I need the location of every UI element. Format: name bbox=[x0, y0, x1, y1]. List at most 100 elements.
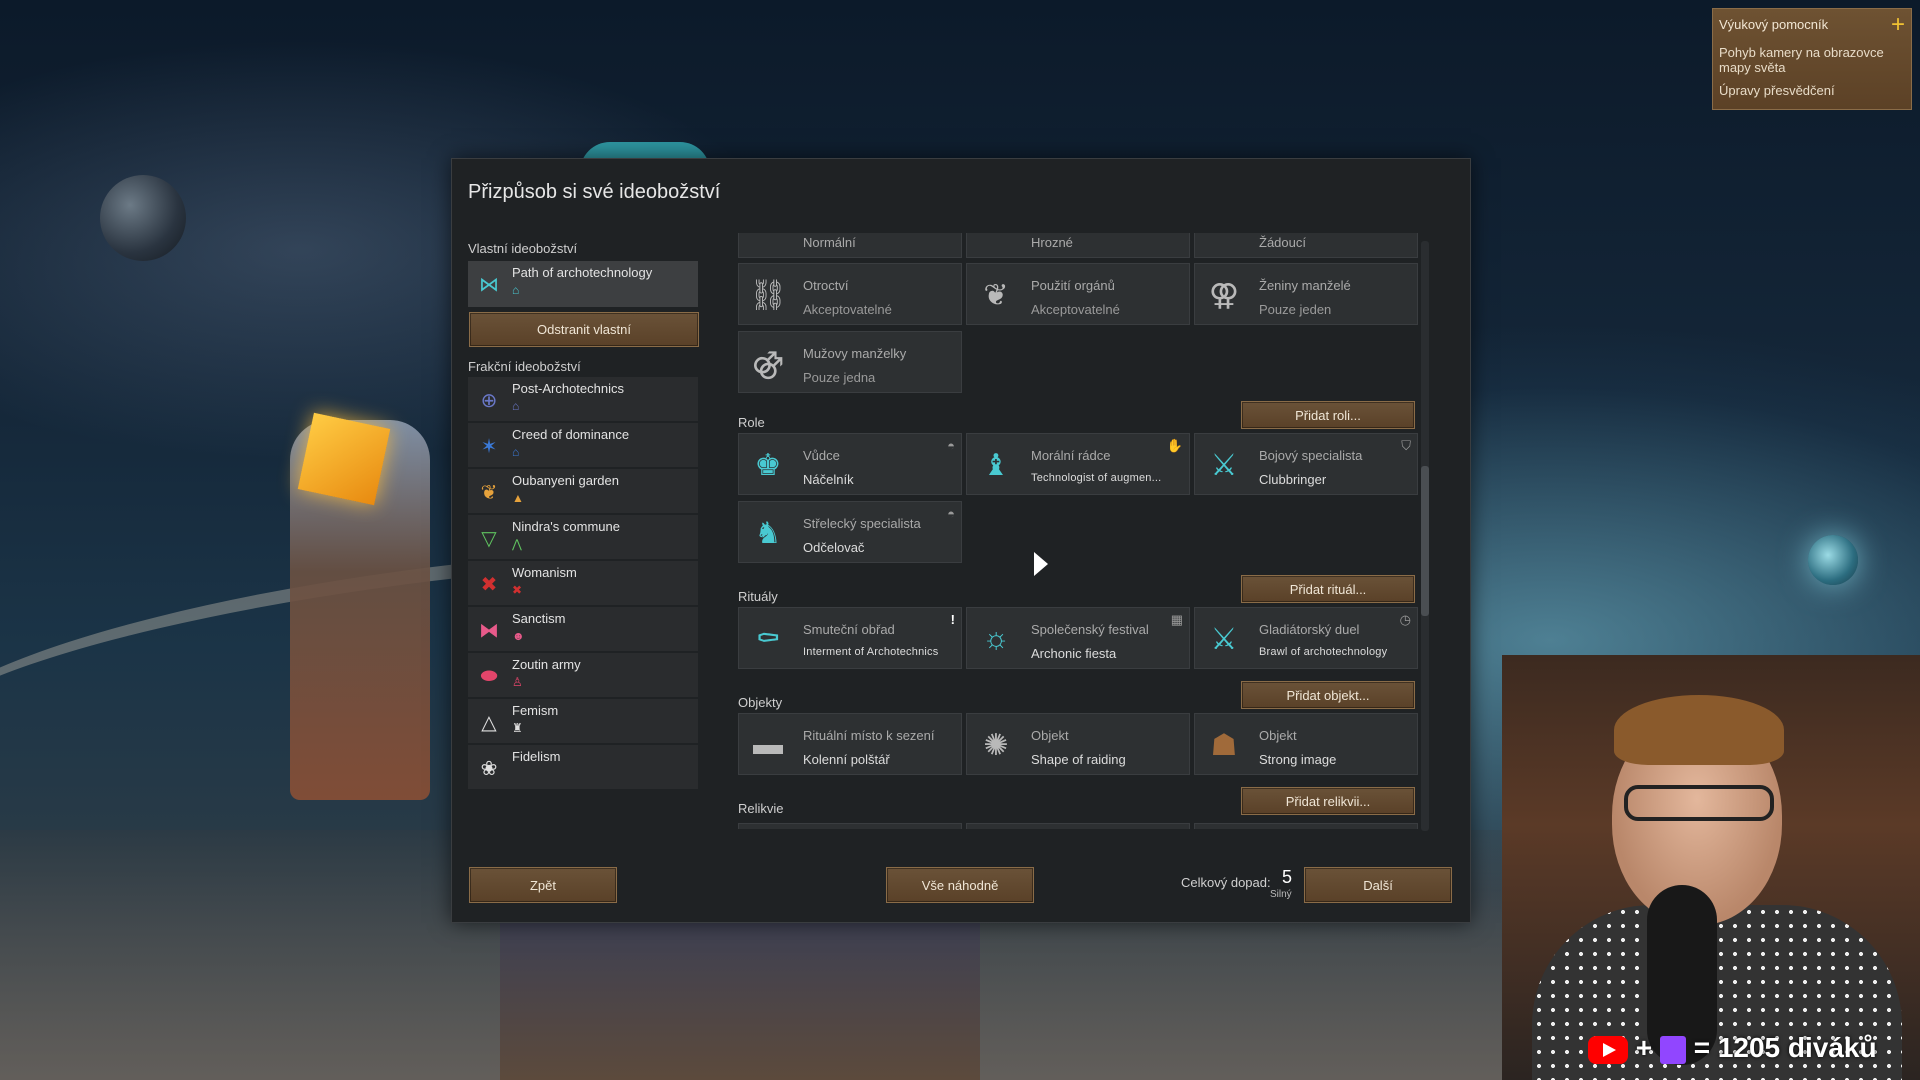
person-icon: ▲ bbox=[512, 491, 524, 505]
ritual-value: Interment of Archotechnics bbox=[803, 646, 939, 658]
role-card[interactable]: ⚔ Bojový specialista Clubbringer ⛉ bbox=[1194, 433, 1418, 495]
tutor-panel[interactable]: Výukový pomocník + Pohyb kamery na obraz… bbox=[1712, 8, 1912, 110]
add-role-button[interactable]: Přidat roli... bbox=[1241, 401, 1415, 429]
precept-card[interactable]: ⚢ Ženiny manželé Pouze jeden bbox=[1194, 263, 1418, 325]
armor-icon: ⛉ bbox=[1401, 438, 1411, 453]
faction-name: Nindra's commune bbox=[512, 519, 620, 534]
role-card[interactable]: ♚ Vůdce Náčelník ◓ bbox=[738, 433, 962, 495]
object-title: Objekt bbox=[1259, 728, 1297, 743]
bow-icon: ⧓ bbox=[479, 619, 499, 642]
precept-value: Pouze jeden bbox=[1259, 302, 1332, 317]
ritual-card[interactable]: ⚔ Gladiátorský duel Brawl of archotechno… bbox=[1194, 607, 1418, 669]
scroll-thumb[interactable] bbox=[1421, 466, 1429, 616]
faction-item[interactable]: ❀ Fidelism bbox=[468, 745, 698, 789]
star-burst-icon: ✶ bbox=[480, 435, 498, 458]
clock-icon: ◷ bbox=[1399, 612, 1411, 627]
scrollbar[interactable] bbox=[1421, 241, 1429, 831]
faction-name: Oubanyeni garden bbox=[512, 473, 619, 488]
precept-card[interactable]: ⚣ Mužovy manželky Pouze jedna bbox=[738, 331, 962, 393]
tutor-item[interactable]: Úpravy přesvědčení bbox=[1719, 83, 1907, 98]
roles-label: Role bbox=[738, 415, 765, 430]
faction-item[interactable]: ✖ Womanism ✖ bbox=[468, 561, 698, 605]
faction-item[interactable]: ▽ Nindra's commune ⋀ bbox=[468, 515, 698, 559]
precept-card[interactable]: ❦ Použití orgánů Akceptovatelné bbox=[966, 263, 1190, 325]
ideoligion-dialog: Přizpůsob si své ideobožství Vlastní ide… bbox=[451, 158, 1471, 923]
add-ritual-button[interactable]: Přidat rituál... bbox=[1241, 575, 1415, 603]
precept-title: Normální bbox=[803, 235, 856, 250]
role-card[interactable]: ♞ Střelecký specialista Odčelovač ◓ bbox=[738, 501, 962, 563]
relic-card[interactable] bbox=[1194, 823, 1418, 829]
precept-value: Akceptovatelné bbox=[803, 302, 892, 317]
precept-card[interactable]: ⛓ Otroctví Akceptovatelné bbox=[738, 263, 962, 325]
add-object-button[interactable]: Přidat objekt... bbox=[1241, 681, 1415, 709]
moralist-icon: ♝ bbox=[982, 448, 1010, 482]
role-title: Bojový specialista bbox=[1259, 448, 1363, 463]
role-card[interactable]: ♝ Morální rádce Technologist of augmen..… bbox=[966, 433, 1190, 495]
figure-art bbox=[500, 900, 980, 1080]
precept-card[interactable]: Hrozné bbox=[966, 233, 1190, 258]
faction-item[interactable]: ⊕ Post-Archotechnics ⌂ bbox=[468, 377, 698, 421]
alert-icon: ! bbox=[950, 612, 955, 627]
tutor-title: Výukový pomocník bbox=[1719, 17, 1829, 32]
rituals-label: Rituály bbox=[738, 589, 778, 604]
faction-item[interactable]: △ Femism ♜ bbox=[468, 699, 698, 743]
back-button[interactable]: Zpět bbox=[469, 867, 617, 903]
own-ideoligion-item[interactable]: ⋈ Path of archotechnology ⌂ bbox=[468, 261, 698, 307]
duel-icon: ⚔ bbox=[1210, 622, 1238, 656]
streamer-glasses bbox=[1624, 785, 1774, 821]
rings-icon: ⚣ bbox=[751, 346, 785, 380]
cushion-icon: ▬ bbox=[753, 728, 783, 761]
festival-icon: ☼ bbox=[982, 622, 1010, 655]
faction-name: Post-Archotechnics bbox=[512, 381, 624, 396]
faction-name: Fidelism bbox=[512, 749, 561, 764]
faction-name: Creed of dominance bbox=[512, 427, 630, 442]
precept-title: Ženiny manželé bbox=[1259, 278, 1351, 293]
faction-item[interactable]: ⬬ Zoutin army ♙ bbox=[468, 653, 698, 697]
precept-title: Žádoucí bbox=[1259, 235, 1306, 250]
webcam-overlay bbox=[1502, 655, 1920, 1080]
ritual-card[interactable]: ⚰ Smuteční obřad Interment of Archotechn… bbox=[738, 607, 962, 669]
randomize-all-button[interactable]: Vše náhodně bbox=[886, 867, 1034, 903]
orb-icon: ⊕ bbox=[480, 389, 498, 412]
add-relic-button[interactable]: Přidat relikvii... bbox=[1241, 787, 1415, 815]
remove-custom-button[interactable]: Odstranit vlastní bbox=[469, 312, 699, 347]
object-card[interactable]: ☗ Objekt Strong image bbox=[1194, 713, 1418, 775]
plus-sign: + bbox=[1635, 1032, 1653, 1063]
object-value: Shape of raiding bbox=[1031, 752, 1126, 767]
tutor-item[interactable]: Pohyb kamery na obrazovce mapy světa bbox=[1719, 45, 1907, 75]
precepts-pane[interactable]: Normální Hrozné Žádoucí ⛓ Otroctví Akcep… bbox=[738, 233, 1438, 829]
faction-item[interactable]: ✶ Creed of dominance ⌂ bbox=[468, 423, 698, 467]
faction-item[interactable]: ❦ Oubanyeni garden ▲ bbox=[468, 469, 698, 513]
object-value: Kolenní polštář bbox=[803, 752, 890, 767]
role-value: Náčelník bbox=[803, 472, 854, 487]
relic-card[interactable] bbox=[966, 823, 1190, 829]
precept-title: Otroctví bbox=[803, 278, 849, 293]
person-icon: ⋀ bbox=[512, 537, 522, 551]
ritual-card[interactable]: ☼ Společenský festival Archonic fiesta ▦ bbox=[966, 607, 1190, 669]
plus-icon[interactable]: + bbox=[1891, 11, 1905, 39]
glowing-cube bbox=[297, 412, 391, 506]
faction-section-label: Frakční ideobožství bbox=[468, 359, 581, 374]
precept-title: Hrozné bbox=[1031, 235, 1073, 250]
precept-card[interactable]: Žádoucí bbox=[1194, 233, 1418, 258]
faction-name: Femism bbox=[512, 703, 559, 718]
drop-icon: ⬬ bbox=[480, 664, 498, 687]
object-card[interactable]: ▬ Rituální místo k sezení Kolenní polštá… bbox=[738, 713, 962, 775]
precept-value: Akceptovatelné bbox=[1031, 302, 1120, 317]
calendar-icon: ▦ bbox=[1170, 612, 1183, 627]
object-card[interactable]: ✺ Objekt Shape of raiding bbox=[966, 713, 1190, 775]
leader-icon: ♚ bbox=[754, 448, 782, 482]
moon-right bbox=[1808, 535, 1858, 585]
viewer-count-text: = 1205 diváků bbox=[1693, 1032, 1877, 1063]
person-icon: ✖ bbox=[512, 583, 523, 597]
house-icon: ⌂ bbox=[512, 399, 520, 413]
person-icon: ☻ bbox=[512, 629, 525, 643]
relics-label: Relikvie bbox=[738, 801, 784, 816]
faction-item[interactable]: ⧓ Sanctism ☻ bbox=[468, 607, 698, 651]
object-title: Objekt bbox=[1031, 728, 1069, 743]
objects-label: Objekty bbox=[738, 695, 783, 710]
precept-card[interactable]: Normální bbox=[738, 233, 962, 258]
rings-icon: ⚢ bbox=[1208, 278, 1240, 312]
relic-card[interactable] bbox=[738, 823, 962, 829]
next-button[interactable]: Další bbox=[1304, 867, 1452, 903]
